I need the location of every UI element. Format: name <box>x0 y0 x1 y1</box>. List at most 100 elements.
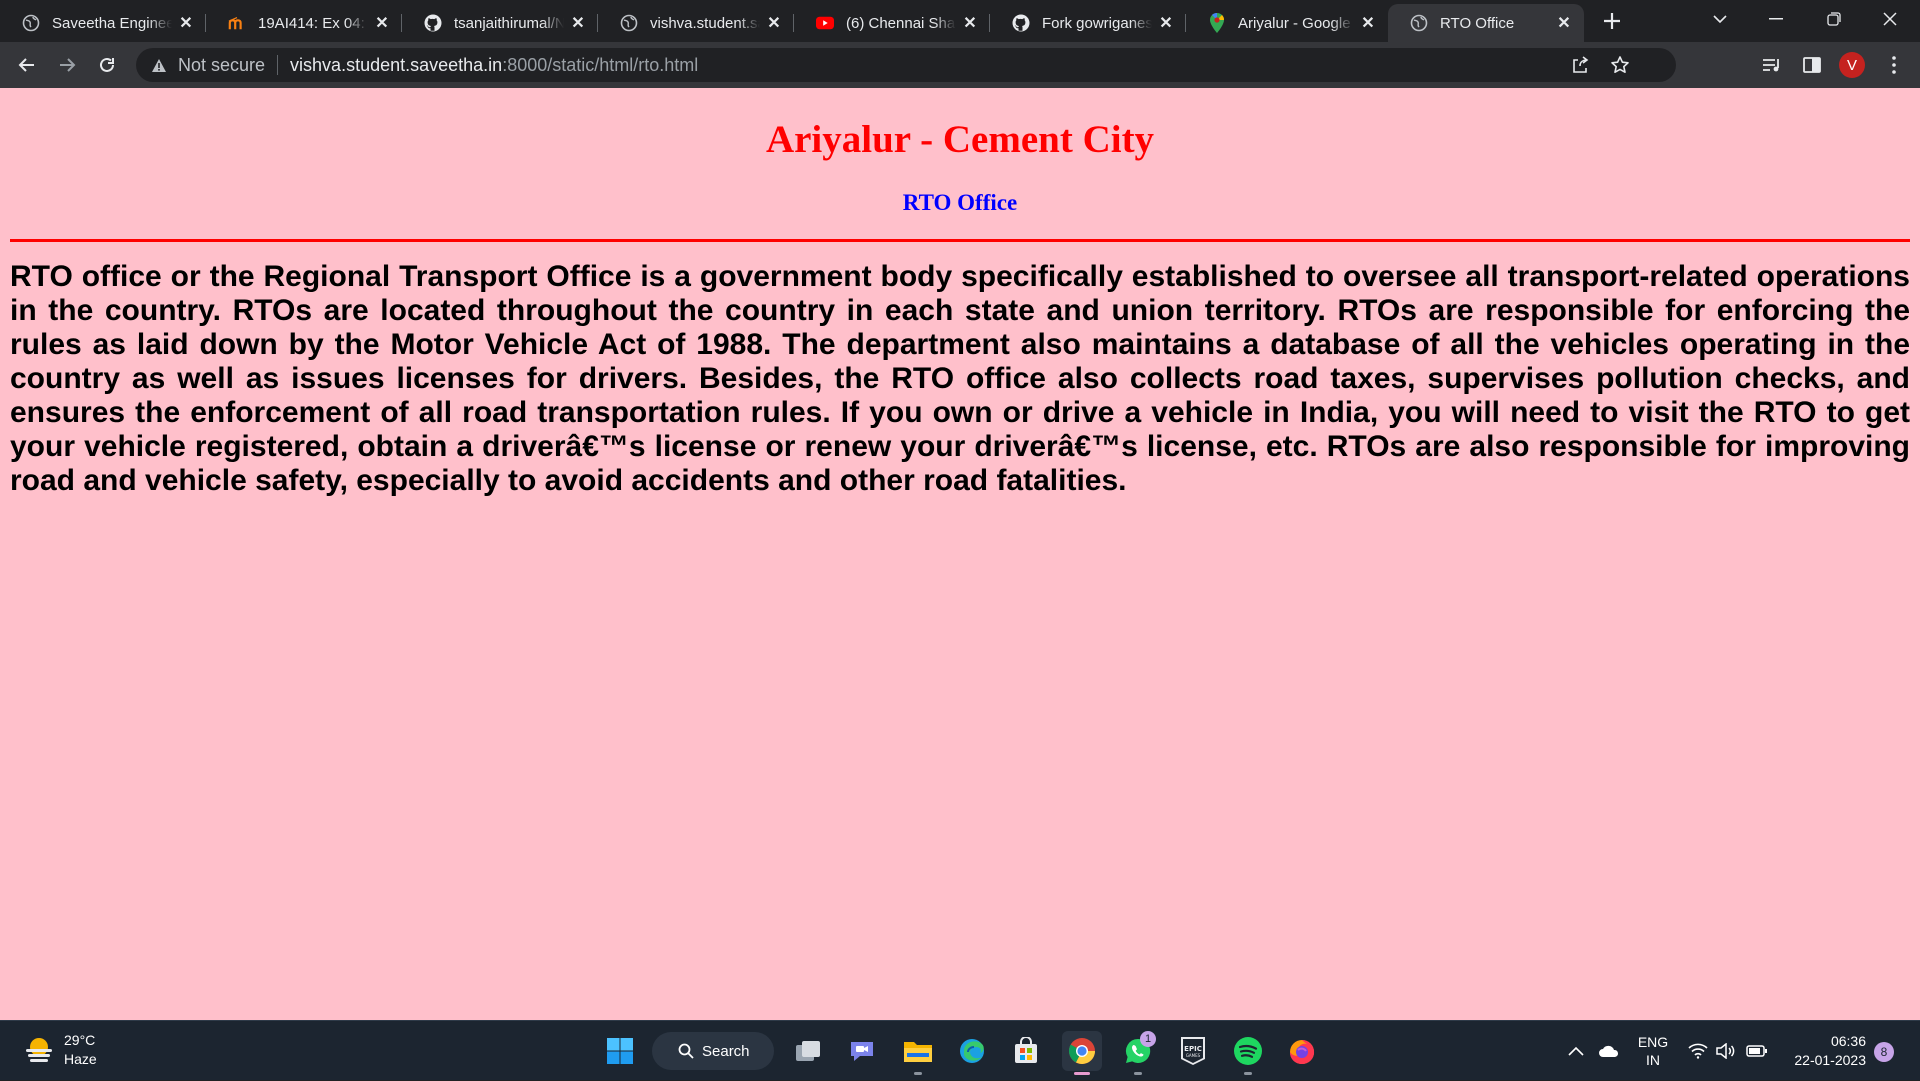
reload-button[interactable] <box>91 49 123 81</box>
menu-button[interactable] <box>1878 49 1910 81</box>
teams-chat-icon <box>851 1042 873 1061</box>
battery-icon <box>1746 1045 1767 1057</box>
minimize-button[interactable] <box>1748 0 1804 38</box>
clock[interactable]: 06:36 22-01-2023 <box>1788 1032 1866 1070</box>
back-button[interactable] <box>11 49 43 81</box>
keyboard-region: IN <box>1646 1052 1660 1068</box>
kebab-menu-icon <box>1892 56 1896 74</box>
reload-icon <box>100 57 114 72</box>
close-window-button[interactable] <box>1862 0 1918 38</box>
web-page: Ariyalur - Cement City RTO Office RTO of… <box>0 88 1920 1020</box>
star-icon[interactable] <box>1610 55 1630 75</box>
file-explorer-button[interactable] <box>898 1031 938 1075</box>
epic-games-icon: EPICGAMES <box>1181 1037 1205 1065</box>
globe-icon <box>22 14 40 32</box>
weather-condition: Haze <box>64 1051 97 1067</box>
store-icon <box>1015 1037 1037 1063</box>
language-indicator[interactable]: ENG IN <box>1638 1021 1668 1081</box>
onedrive-button[interactable] <box>1598 1021 1620 1081</box>
whatsapp-badge: 1 <box>1140 1031 1156 1047</box>
search-label: Search <box>702 1042 750 1060</box>
tab-title: Fork gowriganesh <box>1042 14 1152 32</box>
share-icon[interactable] <box>1570 55 1590 75</box>
tab-close-icon[interactable]: ✕ <box>960 13 980 33</box>
epic-games-button[interactable]: EPIC GAMES <box>1173 1031 1213 1071</box>
haze-sun-icon <box>26 1038 52 1062</box>
tab-close-icon[interactable]: ✕ <box>1358 13 1378 33</box>
network-volume-battery-group[interactable] <box>1688 1021 1768 1081</box>
edge-button[interactable] <box>952 1031 992 1071</box>
clock-date: 22-01-2023 <box>1794 1052 1866 1068</box>
youtube-icon <box>816 14 834 32</box>
arrow-left-icon <box>18 58 34 72</box>
edge-icon <box>960 1039 984 1063</box>
url-host[interactable]: vishva.student.saveetha.in <box>290 55 502 76</box>
start-button[interactable] <box>600 1031 640 1071</box>
spotify-button[interactable] <box>1228 1031 1268 1075</box>
moodle-icon <box>228 14 246 32</box>
github-icon <box>424 14 442 32</box>
tab-search-button[interactable] <box>1692 0 1748 38</box>
svg-text:GAMES: GAMES <box>1186 1053 1201 1058</box>
address-bar[interactable]: Not secure vishva.student.saveetha.in:80… <box>136 48 1676 82</box>
teams-chat-button[interactable] <box>842 1031 882 1071</box>
new-tab-button[interactable] <box>1597 6 1627 36</box>
playlist-icon <box>1763 59 1779 72</box>
browser-tab[interactable]: Fork gowriganesh ✕ <box>990 4 1186 42</box>
language-code: ENG <box>1637 1034 1669 1050</box>
plus-icon <box>1604 13 1620 29</box>
tab-title: Saveetha Engineering College <box>52 14 172 32</box>
browser-tab[interactable]: vishva.student.saveetha.in ✕ <box>598 4 794 42</box>
browser-tab-strip: Saveetha Engineering College ✕ 19AI414: … <box>0 0 1920 42</box>
forward-button[interactable] <box>51 49 83 81</box>
tab-close-icon[interactable]: ✕ <box>764 13 784 33</box>
weather-widget[interactable]: 29°C Haze <box>22 1031 97 1069</box>
show-hidden-icons-button[interactable] <box>1568 1021 1584 1081</box>
task-view-icon <box>796 1041 820 1061</box>
maps-icon <box>1208 13 1226 33</box>
tab-title: 19AI414: Ex 04: Platform <box>258 14 368 32</box>
tab-close-icon[interactable]: ✕ <box>1156 13 1176 33</box>
divider <box>277 55 279 75</box>
firefox-button[interactable] <box>1282 1031 1322 1071</box>
tab-title: Ariyalur - Google Maps <box>1238 14 1354 32</box>
restore-icon <box>1827 12 1841 26</box>
github-icon <box>1012 14 1030 32</box>
folder-icon <box>904 1042 932 1062</box>
profile-button[interactable]: V <box>1836 49 1868 81</box>
browser-tab[interactable]: (6) Chennai Shark ✕ <box>794 4 990 42</box>
microsoft-store-button[interactable] <box>1006 1031 1046 1071</box>
wifi-icon <box>1688 1043 1708 1059</box>
taskbar-search[interactable]: Search <box>652 1032 774 1070</box>
media-control-button[interactable] <box>1756 49 1788 81</box>
browser-tab[interactable]: 19AI414: Ex 04: Platform ✕ <box>206 4 402 42</box>
task-view-button[interactable] <box>788 1031 828 1071</box>
tab-close-icon[interactable]: ✕ <box>1554 13 1574 33</box>
windows-taskbar: 29°C Haze Search 1 EPIC GAMES ENG IN 06:… <box>0 1020 1920 1080</box>
chrome-button[interactable] <box>1062 1031 1102 1075</box>
svg-text:EPIC: EPIC <box>1184 1045 1202 1053</box>
side-panel-icon <box>1803 57 1821 73</box>
minimize-icon <box>1769 18 1783 20</box>
tab-title: (6) Chennai Shark <box>846 14 956 32</box>
browser-tab-active[interactable]: RTO Office ✕ <box>1388 4 1584 42</box>
whatsapp-button[interactable]: 1 <box>1118 1031 1158 1075</box>
url-path[interactable]: :8000/static/html/rto.html <box>502 55 698 76</box>
body-paragraph: RTO office or the Regional Transport Off… <box>10 260 1910 497</box>
restore-button[interactable] <box>1806 0 1862 38</box>
notification-badge[interactable]: 8 <box>1874 1042 1894 1062</box>
tab-close-icon[interactable]: ✕ <box>176 13 196 33</box>
warning-triangle-icon[interactable] <box>150 56 168 74</box>
avatar: V <box>1839 52 1865 78</box>
browser-tab[interactable]: Saveetha Engineering College ✕ <box>0 4 206 42</box>
search-icon <box>678 1043 694 1059</box>
tab-close-icon[interactable]: ✕ <box>372 13 392 33</box>
browser-tab[interactable]: Ariyalur - Google Maps ✕ <box>1186 4 1388 42</box>
tab-close-icon[interactable]: ✕ <box>568 13 588 33</box>
browser-tab[interactable]: tsanjaithirumal/Nav ✕ <box>402 4 598 42</box>
arrow-right-icon <box>60 58 76 72</box>
chrome-icon <box>1068 1038 1095 1064</box>
weather-temperature: 29°C <box>64 1032 96 1048</box>
security-label[interactable]: Not secure <box>178 55 265 76</box>
side-panel-button[interactable] <box>1796 49 1828 81</box>
